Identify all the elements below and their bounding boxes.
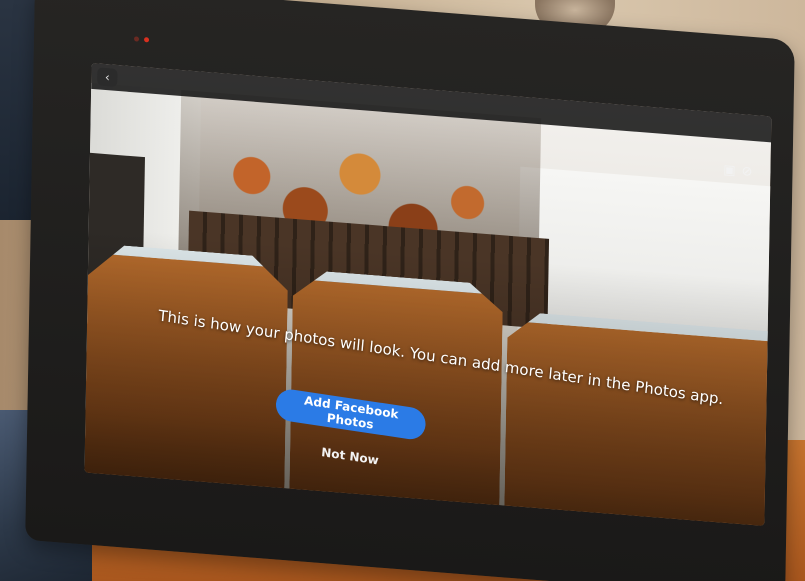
chevron-left-icon: ‹ bbox=[104, 69, 110, 85]
status-icons: ▣ ⊘ bbox=[723, 163, 752, 180]
smart-display-device: ‹ ▣ ⊘ This is how your photos will look.… bbox=[25, 0, 795, 581]
camera-indicator-led bbox=[134, 36, 140, 42]
device-screen: ‹ ▣ ⊘ This is how your photos will look.… bbox=[84, 62, 772, 526]
back-button[interactable]: ‹ bbox=[97, 67, 118, 87]
photo-scene: ‹ ▣ ⊘ This is how your photos will look.… bbox=[0, 0, 805, 581]
microphone-off-icon: ⊘ bbox=[741, 164, 753, 180]
microphone-indicator-led bbox=[144, 37, 150, 43]
camera-off-icon: ▣ bbox=[723, 162, 736, 179]
